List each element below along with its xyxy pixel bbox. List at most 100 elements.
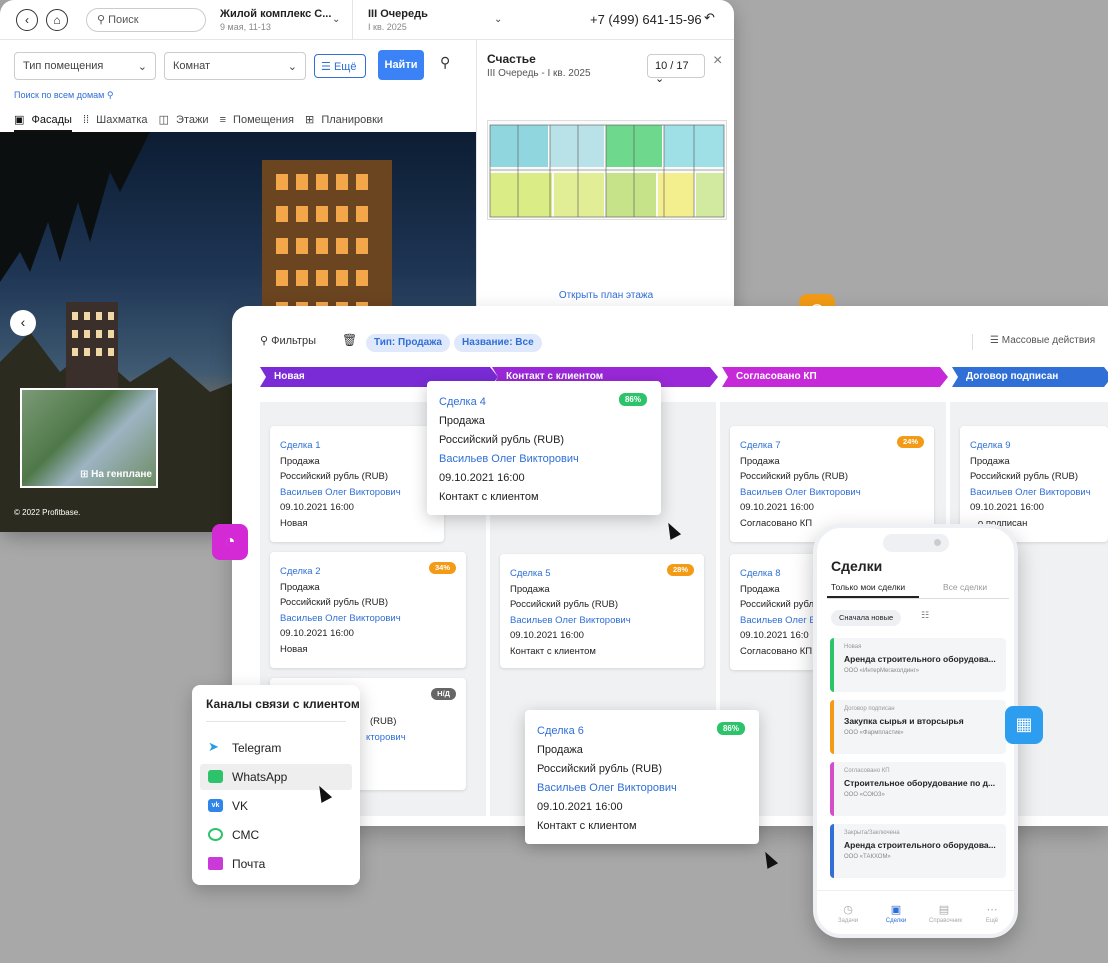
chevron-down-icon[interactable]: ⌄ xyxy=(332,14,340,25)
deal-title: Аренда строительного оборудова... xyxy=(844,654,996,664)
deal-date: 09.10.2021 16:00 xyxy=(280,502,354,513)
divider xyxy=(206,721,346,722)
tab-layouts[interactable]: ⊞ Планировки xyxy=(305,114,387,126)
deal-card[interactable]: Сделка 1 Продажа Российский рубль (RUB) … xyxy=(270,426,444,542)
calendar-chart-icon[interactable]: ▦ xyxy=(1005,706,1043,744)
pie-chart-icon[interactable]: ◔ xyxy=(212,524,248,560)
pin-icon[interactable]: ⚲ xyxy=(440,54,450,71)
prev-arrow-button[interactable]: ‹ xyxy=(10,310,36,336)
mass-actions-button[interactable]: ☰ Массовые действия xyxy=(990,335,1095,346)
search-all-label: Поиск по всем домам xyxy=(14,90,105,100)
queue-select-title[interactable]: III Очередь xyxy=(368,8,428,20)
floor-counter-select[interactable]: 10 / 17 ⌄ xyxy=(647,54,705,85)
floor-plan-image[interactable] xyxy=(487,120,727,220)
tab-premises[interactable]: ≡ Помещения xyxy=(220,114,298,126)
deal-type: Продажа xyxy=(970,455,1010,467)
deal-title[interactable]: Сделка 6 xyxy=(537,722,747,741)
deal-company: ООО «СОЮЗ» xyxy=(844,792,885,798)
tab-my-deals[interactable]: Только мои сделки xyxy=(831,582,905,592)
deal-currency: Российский рубль (RUB) xyxy=(439,434,565,446)
building-icon: ▣ xyxy=(14,114,25,126)
rooms-select[interactable]: Комнат ⌄ xyxy=(164,52,306,80)
floor-counter-value: 10 / 17 xyxy=(655,60,689,72)
deal-title[interactable]: Сделка 4 xyxy=(439,393,649,412)
deal-status: Контакт с клиентом xyxy=(439,491,539,503)
genplan-thumbnail[interactable]: ⊞ На генплане xyxy=(20,388,158,488)
mouse-cursor-icon xyxy=(759,849,779,869)
deal-card[interactable]: 34% Сделка 2 Продажа Российский рубль (R… xyxy=(270,552,466,668)
undo-icon[interactable]: ↶ xyxy=(704,10,715,26)
deal-manager[interactable]: Васильев Олег Викторович xyxy=(280,611,456,627)
filters-button[interactable]: ⚲ Фильтры xyxy=(260,334,316,347)
deal-card-dragging[interactable]: 86% Сделка 4 Продажа Российский рубль (R… xyxy=(427,381,661,515)
channel-telegram[interactable]: ➤ Telegram xyxy=(200,735,352,761)
channel-mail[interactable]: Почта xyxy=(200,851,352,877)
deal-card-dragging[interactable]: 86% Сделка 6 Продажа Российский рубль (R… xyxy=(525,710,759,844)
sms-bubble-icon xyxy=(208,828,223,841)
nav-label: Ещё xyxy=(985,918,999,924)
sort-chip[interactable]: Сначала новые xyxy=(831,610,902,626)
list-icon: ≡ xyxy=(219,114,226,126)
deal-manager[interactable]: Васильев Олег Викторович xyxy=(537,779,747,798)
close-icon[interactable]: × xyxy=(713,52,722,70)
deal-manager[interactable]: Васильев Олег Викторович xyxy=(280,485,434,501)
queue-select-sub: I кв. 2025 xyxy=(368,22,407,32)
copyright: © 2022 Profitbase. xyxy=(14,508,81,517)
filter-chip-name[interactable]: Название: Все xyxy=(454,334,542,352)
deal-manager[interactable]: Васильев Олег Викторович xyxy=(740,485,924,501)
tab-floors[interactable]: ◫ Этажи xyxy=(159,114,213,126)
deal-card[interactable]: 28% Сделка 5 Продажа Российский рубль (R… xyxy=(500,554,704,668)
deal-title: Аренда строительного оборудова... xyxy=(844,840,996,850)
nav-tasks[interactable]: ◷ Задачи xyxy=(833,903,863,924)
tab-label: Планировки xyxy=(321,114,384,126)
tab-label: Этажи xyxy=(176,114,209,126)
phone-deal-card[interactable]: Новая Аренда строительного оборудова... … xyxy=(830,638,1006,692)
deal-title[interactable]: Сделка 1 xyxy=(280,438,434,454)
deal-currency: Российский рубль (RUB) xyxy=(970,471,1079,482)
briefcase-icon: ▣ xyxy=(890,904,902,916)
deal-manager[interactable]: Васильев Олег Викторович xyxy=(510,613,694,629)
chevron-down-icon[interactable]: ⌄ xyxy=(494,14,502,25)
deal-status: Контакт с клиентом xyxy=(510,645,596,657)
channels-title: Каналы связи с клиентом xyxy=(206,697,360,711)
deal-stage: Новая xyxy=(844,644,862,650)
deal-company: ООО «ИнтерМегахолдинг» xyxy=(844,668,920,674)
tab-facades[interactable]: ▣ Фасады xyxy=(14,114,76,126)
deal-date: 09.10.2021 16:00 xyxy=(970,502,1044,513)
deal-manager[interactable]: Васильев Олег Викторович xyxy=(439,450,649,469)
phone-deal-card[interactable]: Договор подписан Закупка сырья и вторсыр… xyxy=(830,700,1006,754)
deal-type: Продажа xyxy=(537,744,583,756)
phone-deal-card[interactable]: Закрыта/Заключена Аренда строительного о… xyxy=(830,824,1006,878)
phone-number[interactable]: +7 (499) 641-15-96 xyxy=(590,12,702,27)
search-icon: ⚲ xyxy=(106,90,114,100)
deal-manager[interactable]: Васильев Олег Викторович xyxy=(970,485,1098,501)
tab-all-deals[interactable]: Все сделки xyxy=(943,582,987,592)
chevron-down-icon: ⌄ xyxy=(655,73,665,85)
nav-directory[interactable]: ▤ Справочник xyxy=(929,903,962,924)
channel-whatsapp[interactable]: WhatsApp xyxy=(200,764,352,790)
home-icon[interactable]: ⌂ xyxy=(46,9,68,31)
back-icon[interactable]: ‹ xyxy=(16,9,38,31)
trash-icon[interactable]: 🗑 xyxy=(342,333,357,347)
deal-title[interactable]: Сделка 9 xyxy=(970,438,1098,454)
room-type-select[interactable]: Тип помещения ⌄ xyxy=(14,52,156,80)
project-select-title[interactable]: Жилой комплекс С... xyxy=(220,8,331,20)
channel-sms[interactable]: СМС xyxy=(200,822,352,848)
search-all-link[interactable]: Поиск по всем домам ⚲ xyxy=(14,90,113,101)
nav-deals[interactable]: ▣ Сделки xyxy=(881,903,911,924)
divider xyxy=(827,598,1009,599)
open-floor-plan-link[interactable]: Открыть план этажа xyxy=(477,290,735,301)
divider xyxy=(972,334,973,350)
find-button[interactable]: Найти xyxy=(378,50,424,80)
phone-deal-card[interactable]: Согласовано КП Строительное оборудование… xyxy=(830,762,1006,816)
tab-chess[interactable]: ⁞⁞ Шахматка xyxy=(83,114,152,126)
clock-icon: ◷ xyxy=(843,904,853,916)
probability-badge: Н/Д xyxy=(431,688,456,700)
nav-more[interactable]: ⋯ Ещё xyxy=(977,903,1007,924)
more-filters-button[interactable]: ☰ Ещё xyxy=(314,54,366,78)
deal-stage: Согласовано КП xyxy=(844,768,890,774)
filter-chip-type[interactable]: Тип: Продажа xyxy=(366,334,450,352)
filter-sliders-icon[interactable]: ☷ xyxy=(921,610,929,621)
deal-stage: Закрыта/Заключена xyxy=(844,830,900,836)
search-input[interactable]: ⚲ Поиск xyxy=(86,8,206,32)
